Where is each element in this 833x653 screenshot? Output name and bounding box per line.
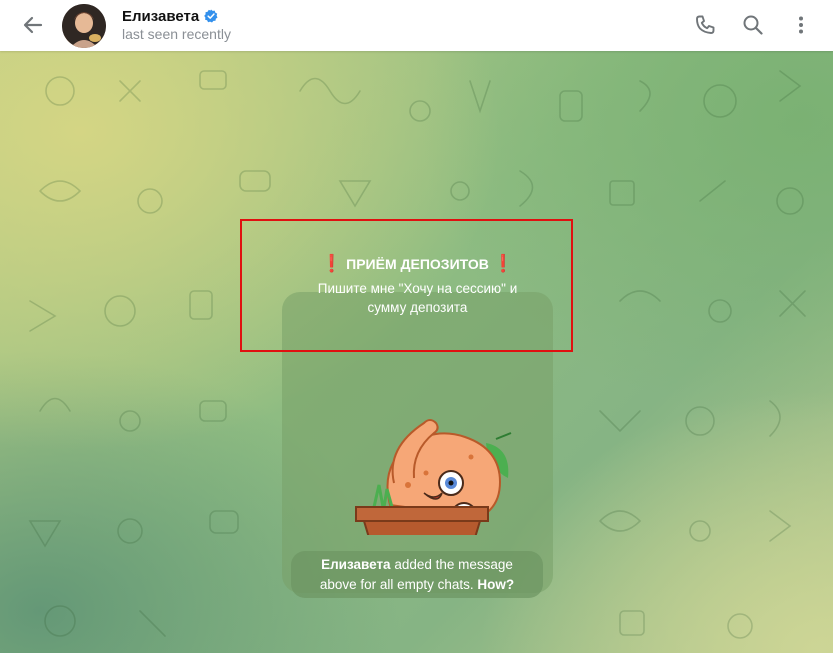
last-seen-status: last seen recently [122,26,231,42]
phone-icon[interactable] [692,12,718,38]
service-text-1: added the message [390,557,513,572]
verified-badge-icon [204,9,218,23]
chat-header: Елизавета last seen recently [0,0,833,51]
more-vertical-icon[interactable] [788,12,814,38]
service-message: Елизавета added the message above for al… [291,551,543,598]
service-line-2: above for all empty chats. How? [291,575,543,595]
back-arrow-icon[interactable] [20,12,46,38]
service-text-2: above for all empty chats. [319,577,478,592]
highlight-box [240,219,573,352]
avatar[interactable] [62,4,106,48]
service-contact-name[interactable]: Елизавета [321,557,391,572]
service-line-1: Елизавета added the message [291,555,543,575]
potato-in-pot-sticker[interactable] [346,395,518,535]
contact-name[interactable]: Елизавета [122,8,199,25]
how-link[interactable]: How? [477,577,514,592]
search-icon[interactable] [740,12,766,38]
contact-name-row[interactable]: Елизавета [122,6,218,26]
